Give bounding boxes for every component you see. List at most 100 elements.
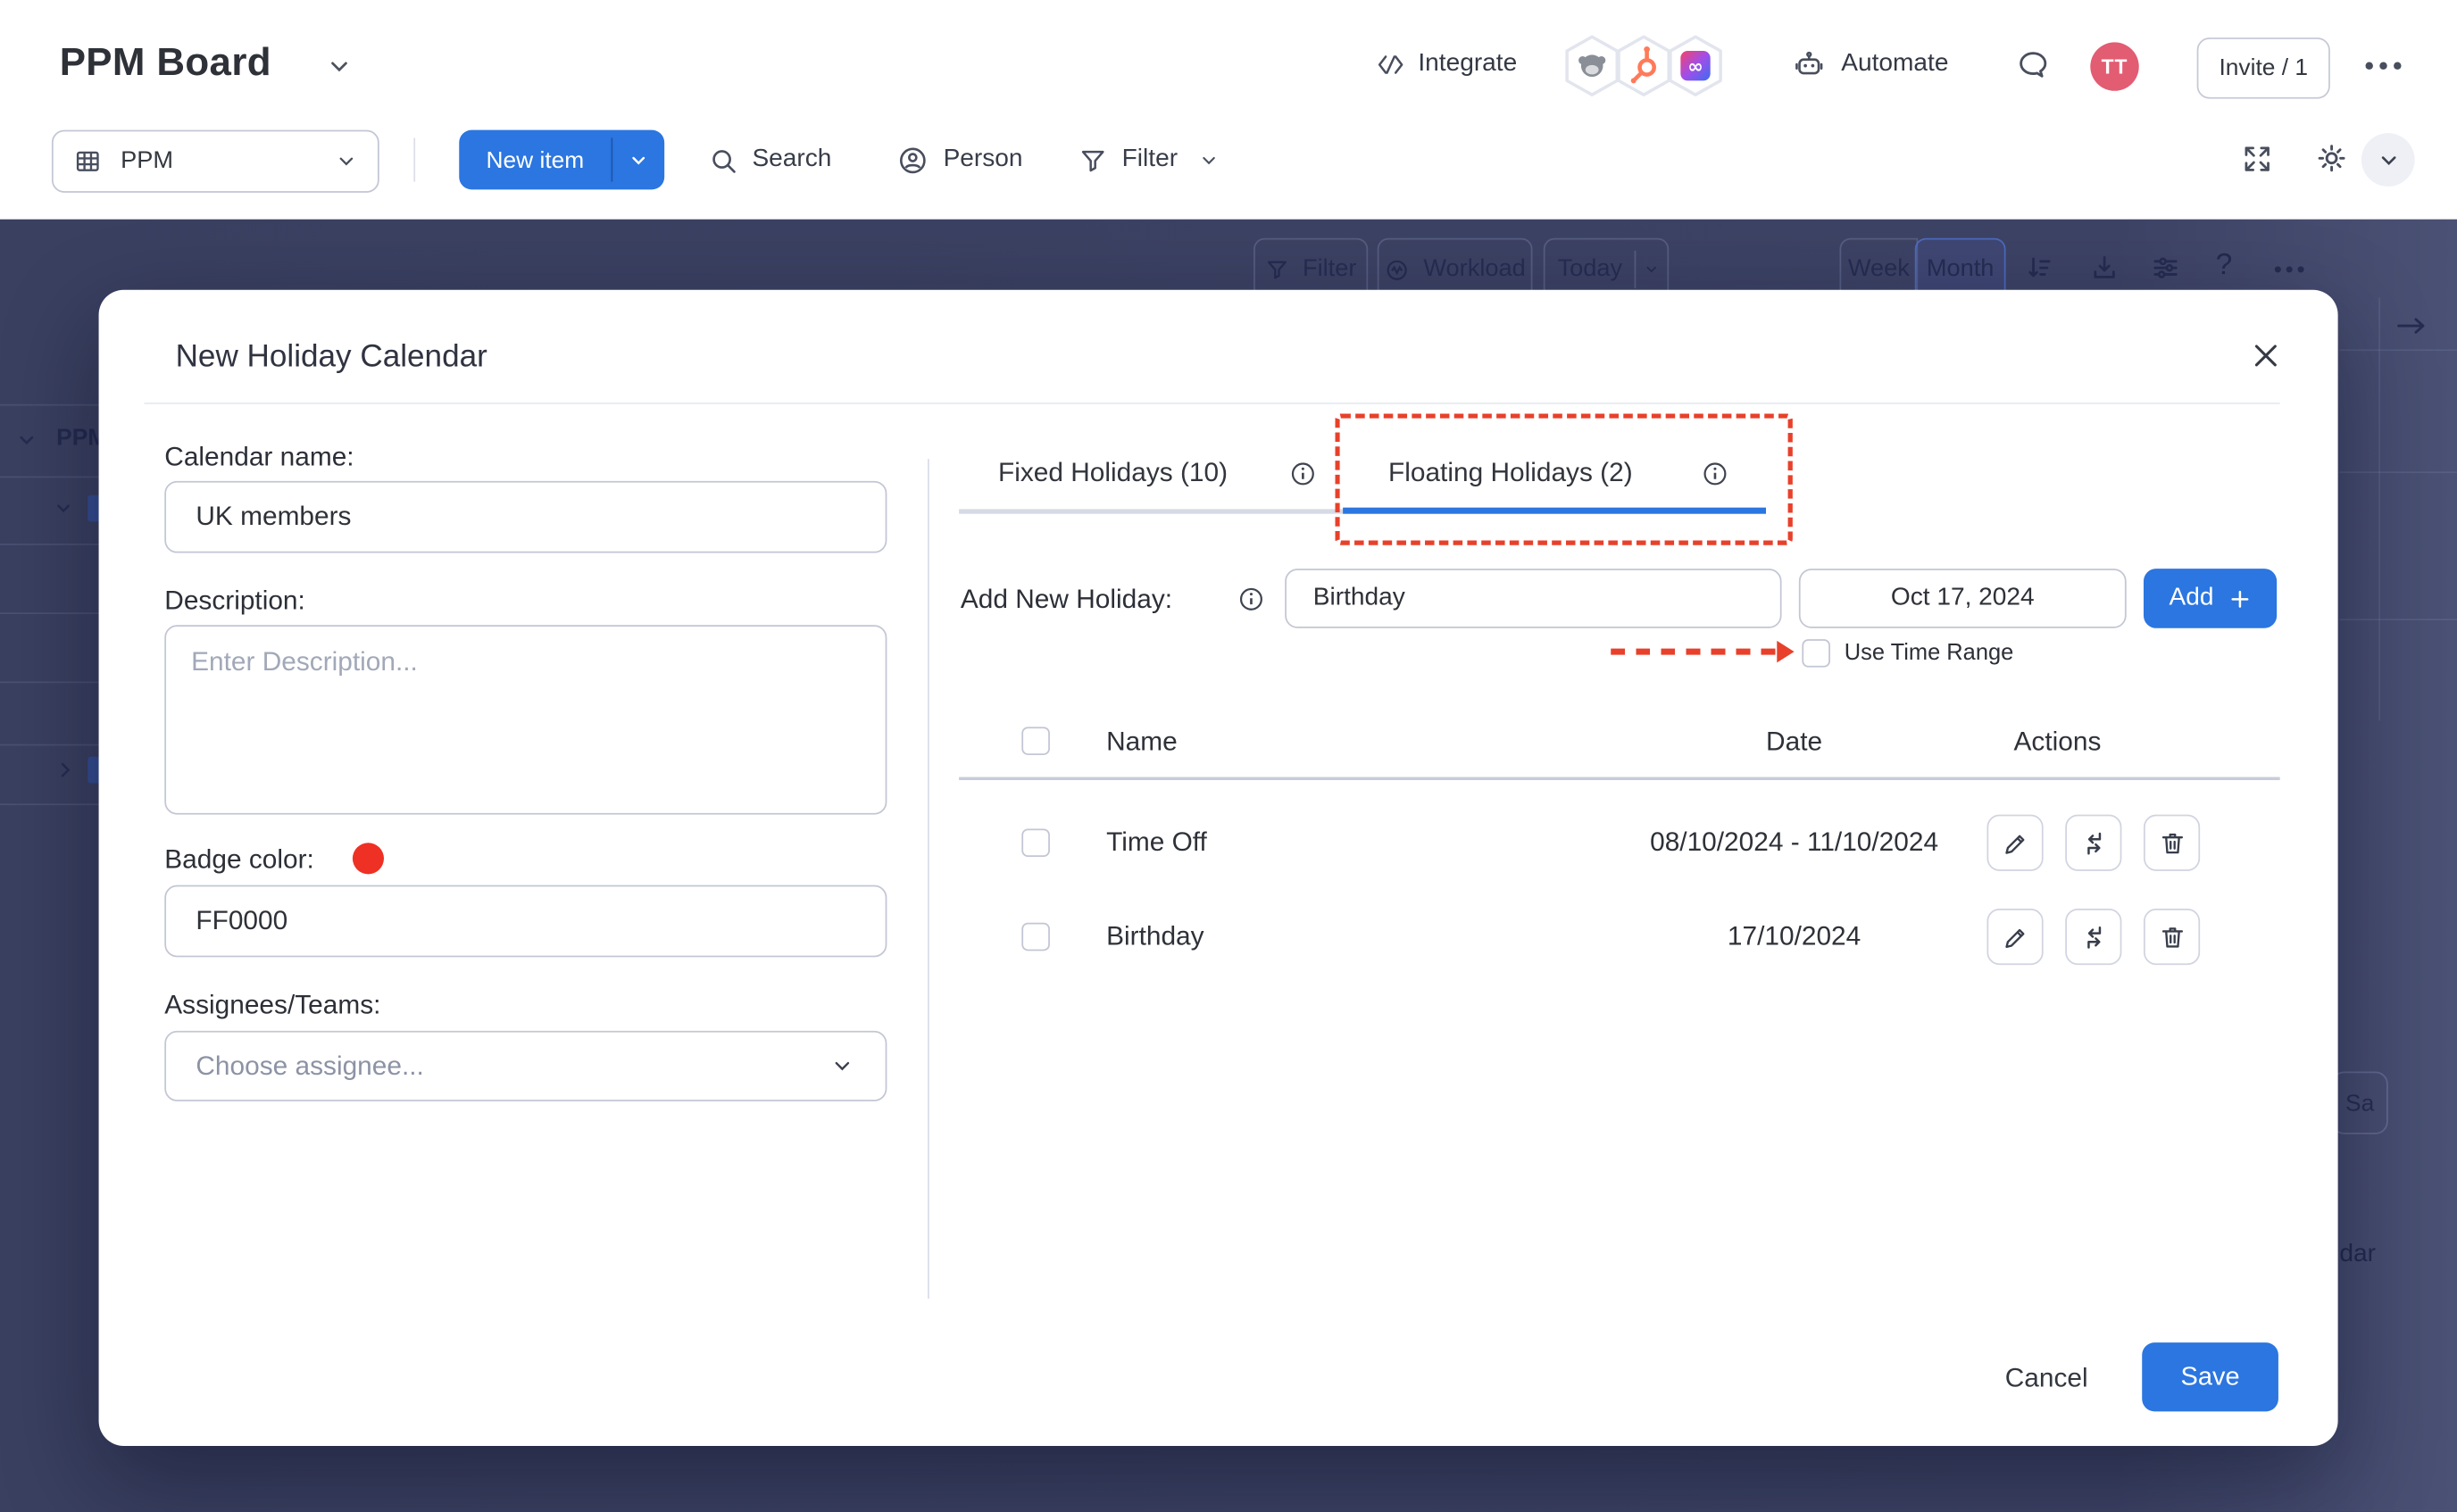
avatar[interactable]: TT [2090, 42, 2138, 90]
info-icon[interactable] [1237, 585, 1266, 614]
bg-item-chip [87, 757, 98, 784]
expand-icon[interactable] [2241, 143, 2274, 176]
bg-month-label: Month [1927, 255, 1995, 284]
chevron-down-icon[interactable] [326, 54, 353, 80]
annotation-arrowhead [1777, 641, 1794, 663]
person-button[interactable]: Person [896, 130, 1023, 190]
new-holiday-calendar-modal: New Holiday Calendar Calendar name: Desc… [99, 290, 2338, 1446]
filter-button[interactable]: Filter [1079, 130, 1219, 190]
chevron-down-icon [336, 150, 358, 172]
swap-icon [2078, 828, 2108, 858]
save-button[interactable]: Save [2142, 1342, 2278, 1411]
invite-label: Invite / 1 [2219, 54, 2308, 81]
workload-icon [1384, 256, 1411, 283]
swap-button[interactable] [2065, 815, 2121, 871]
table-header-divider [959, 777, 2280, 781]
add-holiday-label: Add New Holiday: [961, 585, 1172, 616]
close-icon[interactable] [2249, 338, 2284, 373]
chat-bubble-icon[interactable] [2015, 47, 2051, 83]
swap-icon [2078, 922, 2108, 951]
bg-day-chip: Sa [2332, 1071, 2388, 1134]
board-grid-icon [73, 147, 102, 176]
bg-day-label: Sa [2345, 1090, 2374, 1117]
chevron-down-icon [1644, 260, 1659, 278]
add-holiday-button[interactable]: Add [2144, 569, 2277, 628]
more-horizontal-icon [2272, 262, 2307, 278]
modal-title: New Holiday Calendar [176, 340, 487, 376]
sort-icon [2023, 253, 2054, 284]
calendar-name-input[interactable] [164, 481, 887, 553]
person-label: Person [944, 145, 1023, 174]
use-time-range-checkbox[interactable] [1802, 639, 1830, 668]
delete-button[interactable] [2144, 815, 2200, 871]
delete-button[interactable] [2144, 909, 2200, 965]
badge-color-swatch[interactable] [353, 843, 384, 874]
holiday-name-input[interactable] [1285, 569, 1781, 628]
row-date: 17/10/2024 [1559, 921, 2029, 952]
info-icon[interactable] [1288, 459, 1318, 488]
description-label: Description: [164, 586, 305, 617]
avatar-initials: TT [2102, 54, 2128, 78]
plus-icon [2228, 586, 2251, 610]
search-label: Search [752, 145, 831, 174]
new-item-menu-button[interactable] [612, 130, 664, 190]
column-header-name: Name [1106, 727, 1178, 758]
row-checkbox[interactable] [1021, 923, 1050, 951]
filter-funnel-icon [1079, 145, 1108, 174]
holiday-date-input[interactable] [1799, 569, 2127, 628]
more-horizontal-icon[interactable] [2363, 58, 2404, 74]
person-icon [896, 144, 929, 177]
view-selector[interactable]: PPM [52, 130, 379, 193]
board-title: PPM Board [60, 41, 271, 87]
mailchimp-badge-icon[interactable] [1564, 35, 1620, 97]
download-icon [2089, 253, 2120, 284]
bg-week-label: Week [1848, 255, 1910, 284]
cancel-button[interactable]: Cancel [1988, 1357, 2104, 1400]
hubspot-badge-icon[interactable] [1616, 35, 1672, 97]
new-item-label: New item [459, 130, 611, 190]
automate-robot-icon [1793, 48, 1826, 81]
filter-funnel-icon [1265, 257, 1290, 282]
edit-pencil-icon [2000, 828, 2029, 858]
screen: Filter Workload Today Week Month ? P [0, 0, 2457, 1512]
assignee-placeholder: Choose assignee... [196, 1051, 423, 1082]
swap-button[interactable] [2065, 909, 2121, 965]
tab-fixed-holidays[interactable]: Fixed Holidays (10) [998, 457, 1228, 488]
select-all-checkbox[interactable] [1021, 727, 1050, 755]
svg-text:∞: ∞ [1687, 55, 1703, 78]
row-name: Birthday [1106, 921, 1204, 952]
edit-button[interactable] [1986, 909, 2043, 965]
chevron-down-icon [1198, 150, 1219, 170]
chevron-down-icon [16, 429, 38, 452]
chevron-down-icon [2377, 148, 2400, 171]
trash-icon [2157, 922, 2186, 951]
collapse-header-button[interactable] [2361, 133, 2415, 187]
filter-label: Filter [1122, 145, 1178, 174]
creative-cloud-badge-icon[interactable]: ∞ [1667, 35, 1723, 97]
sliders-icon [2150, 253, 2181, 284]
arrow-right-icon [2395, 313, 2429, 338]
search-button[interactable]: Search [708, 130, 831, 190]
edit-button[interactable] [1986, 815, 2043, 871]
automate-button[interactable]: Automate [1841, 50, 1948, 79]
bg-calendar-fragment: dar [2339, 1241, 2376, 1269]
row-checkbox[interactable] [1021, 828, 1050, 857]
row-date: 08/10/2024 - 11/10/2024 [1559, 827, 2029, 859]
integrate-button[interactable]: Integrate [1418, 50, 1517, 79]
new-item-button[interactable]: New item [459, 130, 664, 190]
bg-workload-label: Workload [1423, 255, 1525, 284]
chevron-down-icon [629, 150, 649, 170]
view-selector-label: PPM [121, 147, 173, 176]
badge-color-input[interactable] [164, 885, 887, 958]
invite-button[interactable]: Invite / 1 [2197, 37, 2330, 98]
calendar-name-label: Calendar name: [164, 442, 354, 473]
annotation-dashed-arrow [1611, 649, 1777, 655]
description-textarea[interactable] [164, 625, 887, 814]
modal-header-divider [144, 403, 2279, 404]
gear-icon[interactable] [2314, 141, 2349, 176]
bg-item-chip [87, 495, 98, 522]
modal-column-divider [928, 459, 929, 1299]
chevron-right-icon [54, 760, 75, 780]
use-time-range-label: Use Time Range [1845, 641, 2014, 666]
assignee-select[interactable]: Choose assignee... [164, 1031, 887, 1101]
